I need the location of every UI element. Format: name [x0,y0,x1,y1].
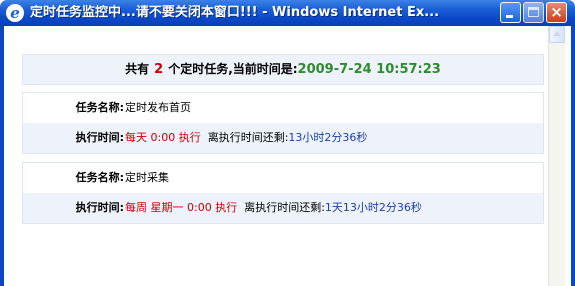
task-name-row: 任务名称: 定时发布首页 [23,93,543,123]
arrow-up-icon [553,31,561,36]
window-title: 定时任务监控中...请不要关闭本窗口!!! - Windows Internet… [30,5,440,20]
task-time-row: 执行时间: 每天 0:00 执行 离执行时间还剩:13小时2分36秒 [23,123,543,153]
internet-explorer-icon[interactable]: e [6,4,24,22]
maximize-button[interactable] [523,2,544,23]
task-time-row: 执行时间: 每周 星期一 0:00 执行 离执行时间还剩:1天13小时2分36秒 [23,193,543,223]
current-time: 2009-7-24 10:57:23 [297,62,441,77]
remaining-time: 1天13小时2分36秒 [324,201,422,214]
task-schedule: 每天 0:00 执行 [125,131,201,144]
remaining-label: 离执行时间还剩: [207,131,289,144]
task-summary: 共有 2 个定时任务,当前时间是:2009-7-24 10:57:23 [22,54,544,85]
task-name-label: 任务名称: [75,171,124,184]
window-frame-right [571,26,575,286]
remaining-label: 离执行时间还剩: [244,201,325,214]
execution-time-label: 执行时间: [75,201,124,214]
close-button[interactable]: × [546,2,567,23]
maximize-icon [528,7,539,17]
task-card: 任务名称: 定时采集 执行时间: 每周 星期一 0:00 执行 离执行时间还剩:… [22,162,544,224]
task-schedule: 每周 星期一 0:00 执行 [125,201,238,214]
task-name: 定时发布首页 [125,101,191,114]
task-name-label: 任务名称: [75,101,124,114]
summary-prefix: 共有 [125,62,150,76]
scroll-up-button[interactable] [549,26,565,43]
page-content: 共有 2 个定时任务,当前时间是:2009-7-24 10:57:23 任务名称: … [4,26,548,286]
remaining-time: 13小时2分36秒 [288,131,368,144]
task-name-row: 任务名称: 定时采集 [23,163,543,193]
task-name: 定时采集 [125,171,169,184]
execution-time-label: 执行时间: [75,131,124,144]
vertical-scrollbar[interactable] [548,26,565,286]
execution-time-value: 每周 星期一 0:00 执行 离执行时间还剩:1天13小时2分36秒 [125,193,422,223]
task-card: 任务名称: 定时发布首页 执行时间: 每天 0:00 执行 离执行时间还剩:13… [22,92,544,154]
minimize-button[interactable] [500,2,521,23]
execution-time-value: 每天 0:00 执行 离执行时间还剩:13小时2分36秒 [125,123,367,153]
summary-middle: 个定时任务,当前时间是: [168,62,298,76]
task-count: 2 [154,62,164,77]
title-bar[interactable]: e 定时任务监控中...请不要关闭本窗口!!! - Windows Intern… [0,0,575,26]
close-icon: × [550,3,563,21]
minimize-icon [506,15,513,18]
